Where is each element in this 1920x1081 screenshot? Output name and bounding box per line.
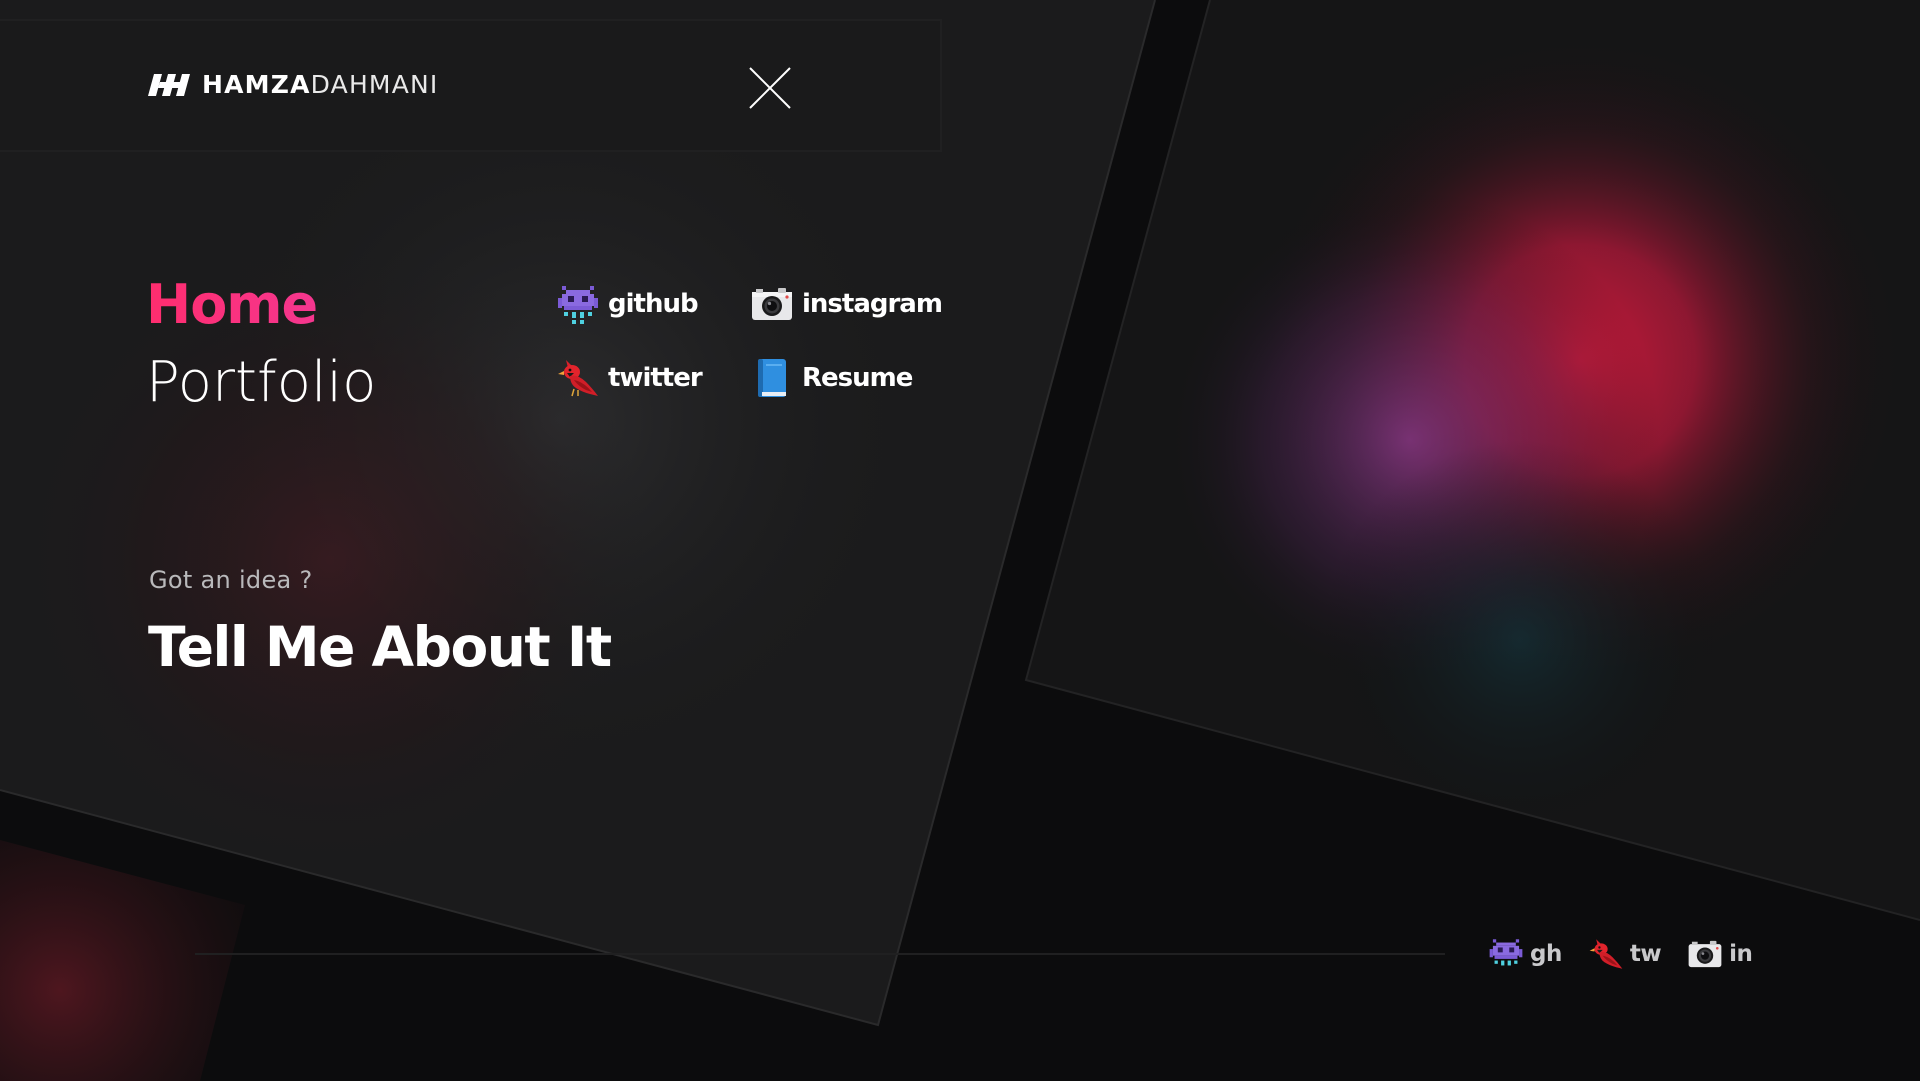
brand-logo[interactable]: HAMZADAHMANI xyxy=(148,72,438,98)
cardinal-bird-icon xyxy=(558,360,598,397)
nav-item-home[interactable]: Home xyxy=(146,266,376,344)
brand-first-name: HAMZA xyxy=(202,70,311,99)
social-label-twitter: twitter xyxy=(608,363,703,393)
footer-divider xyxy=(195,953,1445,955)
social-label-resume: Resume xyxy=(802,363,913,393)
background-decoration xyxy=(0,0,1920,1081)
footer-label-instagram: in xyxy=(1729,941,1753,967)
social-label-instagram: instagram xyxy=(802,289,943,319)
blue-book-icon xyxy=(758,359,786,397)
social-link-instagram[interactable]: instagram xyxy=(750,279,956,329)
footer-label-github: gh xyxy=(1530,941,1562,967)
social-link-twitter[interactable]: twitter xyxy=(556,353,750,403)
footer-link-twitter[interactable]: tw xyxy=(1588,936,1662,972)
space-invader-icon xyxy=(1489,939,1523,966)
social-link-resume[interactable]: Resume xyxy=(750,353,956,403)
nav-item-portfolio[interactable]: Portfolio xyxy=(146,344,376,422)
brand-last-name: DAHMANI xyxy=(310,70,439,99)
slanted-bars-logo-icon xyxy=(148,74,190,96)
brand-name: HAMZADAHMANI xyxy=(202,72,438,98)
space-invader-icon xyxy=(558,286,598,324)
menu-overlay: HAMZADAHMANI Home Portfolio github insta… xyxy=(0,0,1920,1081)
close-button[interactable] xyxy=(744,62,796,114)
header-bar xyxy=(0,19,942,152)
social-links: github instagram twitter Resume xyxy=(556,279,956,427)
social-label-github: github xyxy=(608,289,699,319)
contact-kicker: Got an idea ? xyxy=(149,566,313,594)
footer-link-instagram[interactable]: in xyxy=(1687,936,1753,972)
social-link-github[interactable]: github xyxy=(556,279,750,329)
cardinal-bird-icon xyxy=(1589,939,1623,969)
footer-label-twitter: tw xyxy=(1629,941,1662,967)
main-nav: Home Portfolio xyxy=(146,266,376,422)
contact-cta-link[interactable]: Tell Me About It xyxy=(148,615,612,679)
footer-link-github[interactable]: gh xyxy=(1488,936,1562,972)
footer-social-links: gh tw in xyxy=(1488,936,1753,972)
camera-icon xyxy=(752,288,792,320)
close-icon xyxy=(749,67,791,109)
camera-icon xyxy=(1688,940,1722,968)
